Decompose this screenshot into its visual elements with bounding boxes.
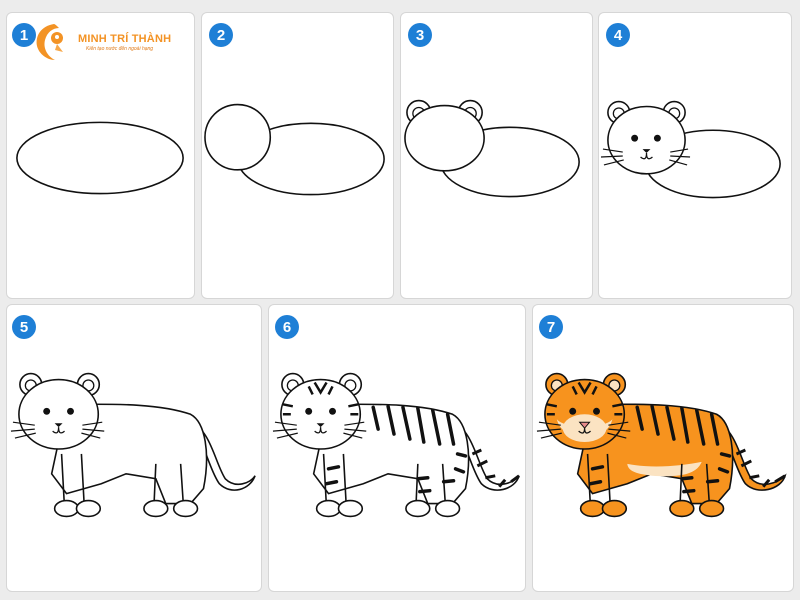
step-7-panel [532, 304, 794, 592]
logo-title: MINH TRÍ THÀNH [78, 33, 172, 45]
step-3-drawing [404, 99, 580, 198]
step-2-badge: 2 [209, 23, 233, 47]
step-4-panel [598, 12, 792, 299]
step-5-badge: 5 [12, 315, 36, 339]
step-5-drawing [10, 372, 256, 518]
step-2-drawing [204, 103, 385, 196]
step-6-badge: 6 [275, 315, 299, 339]
logo-subtitle: Kiến tạo nước đến ngoài hạng [86, 46, 154, 52]
step-4-badge: 4 [606, 23, 630, 47]
head-ellipse [404, 104, 485, 172]
body-ellipse [16, 121, 184, 195]
logo-icon [36, 24, 63, 60]
step-5-panel [6, 304, 262, 592]
step-7-badge: 7 [539, 315, 563, 339]
step-3-panel [400, 12, 593, 299]
step-6-panel [268, 304, 526, 592]
step-6-drawing [272, 372, 520, 518]
head-circle [204, 103, 272, 171]
step-2-panel [201, 12, 394, 299]
step-7-drawing [536, 372, 787, 518]
head-ellipse [18, 378, 100, 450]
step-4-drawing [600, 100, 781, 199]
head-ellipse [280, 378, 362, 450]
step-3-badge: 3 [408, 23, 432, 47]
head-ellipse [607, 105, 686, 175]
